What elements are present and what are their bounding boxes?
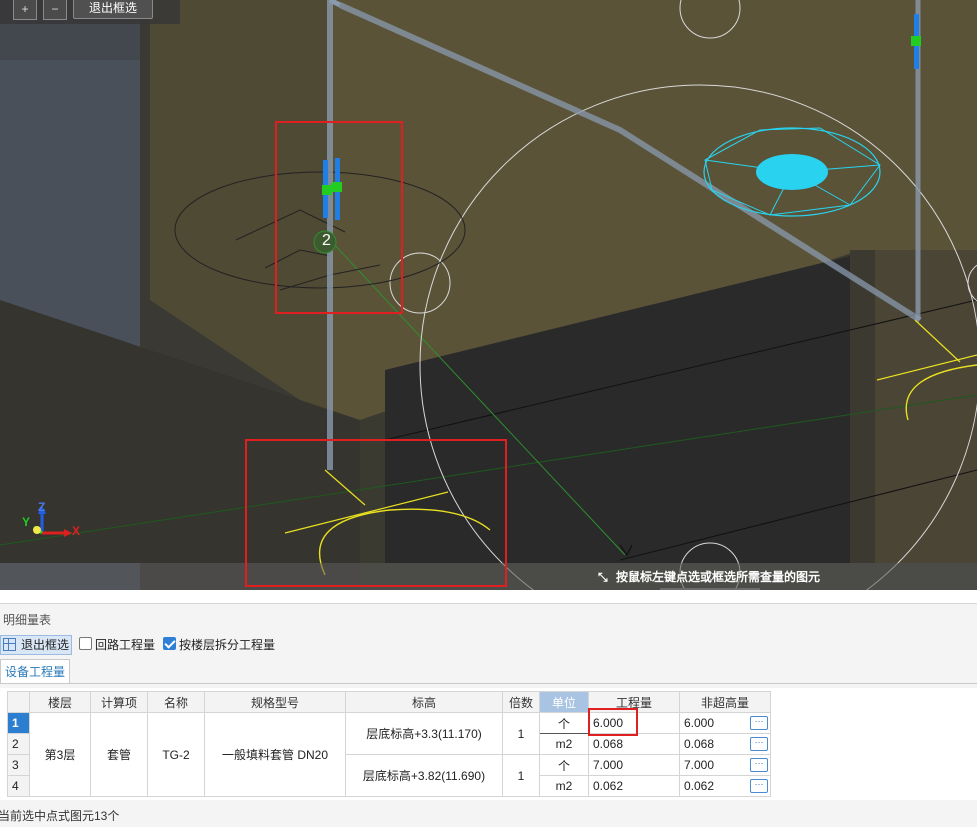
exit-select-button-panel[interactable]: 退出框选 bbox=[0, 635, 72, 655]
y-axis-label: Y bbox=[22, 515, 31, 529]
header-calc-item[interactable]: 计算项 bbox=[90, 691, 148, 713]
split-by-floor-label: 按楼层拆分工程量 bbox=[179, 638, 276, 652]
cell-non-over-height[interactable]: 0.068 ··· bbox=[679, 733, 771, 755]
cell-non-over-height[interactable]: 6.000 ··· bbox=[679, 712, 771, 734]
cell-elevation[interactable]: 层底标高+3.82(11.690) bbox=[345, 754, 503, 797]
collapse-arrows-icon: ⤡ bbox=[598, 570, 608, 584]
cell-unit[interactable]: m2 bbox=[539, 775, 589, 797]
non-over-value: 7.000 bbox=[684, 758, 715, 772]
panel-title: 明细量表 bbox=[3, 613, 52, 627]
header-name[interactable]: 名称 bbox=[147, 691, 205, 713]
panel-toolbar: 退出框选 回路工程量 按楼层拆分工程量 bbox=[0, 633, 977, 655]
cell-non-over-height[interactable]: 7.000 ··· bbox=[679, 754, 771, 776]
exit-select-button[interactable]: 退出框选 bbox=[73, 0, 153, 19]
cell-multiplier[interactable]: 1 bbox=[502, 712, 540, 755]
cell-unit[interactable]: m2 bbox=[539, 733, 589, 755]
more-options-button[interactable]: ··· bbox=[750, 716, 768, 730]
status-bar-text: 当前选中点式图元13个 bbox=[0, 809, 120, 823]
select-add-icon[interactable]: + bbox=[13, 0, 37, 20]
cell-name[interactable]: TG-2 bbox=[147, 712, 205, 797]
select-remove-icon[interactable]: − bbox=[43, 0, 67, 20]
header-elevation[interactable]: 标高 bbox=[345, 691, 503, 713]
hint-text: 按鼠标左键点选或框选所需查量的图元 bbox=[616, 570, 821, 584]
loop-quantity-label: 回路工程量 bbox=[95, 638, 156, 652]
row-number[interactable]: 2 bbox=[7, 733, 30, 755]
z-axis-label: Z bbox=[38, 500, 46, 514]
green-marker bbox=[911, 36, 921, 46]
table-row[interactable]: 1 第3层 套管 TG-2 一般填料套管 DN20 层底标高+3.3(11.17… bbox=[7, 712, 771, 797]
row-number[interactable]: 4 bbox=[7, 775, 30, 797]
3d-scene bbox=[0, 0, 977, 590]
cell-spec[interactable]: 一般填料套管 DN20 bbox=[204, 712, 346, 797]
cell-quantity[interactable]: 6.000 bbox=[588, 712, 680, 734]
viewport-toolbar: + − 退出框选 bbox=[0, 0, 180, 24]
header-quantity[interactable]: 工程量 bbox=[588, 691, 680, 713]
cell-quantity[interactable]: 7.000 bbox=[588, 754, 680, 776]
grid-select-icon bbox=[3, 638, 16, 651]
cell-quantity[interactable]: 0.068 bbox=[588, 733, 680, 755]
row-number[interactable]: 3 bbox=[7, 754, 30, 776]
header-non-over-height[interactable]: 非超高量 bbox=[679, 691, 771, 713]
header-spec[interactable]: 规格型号 bbox=[204, 691, 346, 713]
3d-viewport[interactable]: + − 退出框选 2 Z Y X ⤡ 按鼠标左键点选或框选所需查量的图元 bbox=[0, 0, 977, 590]
hint-text-wrap: ⤡ 按鼠标左键点选或框选所需查量的图元 bbox=[598, 568, 820, 585]
cell-non-over-height[interactable]: 0.062 ··· bbox=[679, 775, 771, 797]
header-multiplier[interactable]: 倍数 bbox=[502, 691, 540, 713]
cell-quantity[interactable]: 0.062 bbox=[588, 775, 680, 797]
header-corner bbox=[7, 691, 30, 713]
cyan-disc bbox=[756, 154, 828, 190]
more-options-button[interactable]: ··· bbox=[750, 758, 768, 772]
header-unit[interactable]: 单位 bbox=[539, 691, 589, 713]
cell-elevation[interactable]: 层底标高+3.3(11.170) bbox=[345, 712, 503, 755]
table-header-row: 楼层 计算项 名称 规格型号 标高 倍数 单位 工程量 非超高量 bbox=[7, 691, 771, 713]
quantity-table: 楼层 计算项 名称 规格型号 标高 倍数 单位 工程量 非超高量 1 第3层 套… bbox=[7, 691, 771, 797]
more-options-button[interactable]: ··· bbox=[750, 779, 768, 793]
x-axis-label: X bbox=[72, 524, 81, 538]
row-number[interactable]: 1 bbox=[7, 712, 30, 734]
split-by-floor-checkbox[interactable] bbox=[163, 637, 176, 650]
cell-unit[interactable]: 个 bbox=[539, 754, 589, 776]
non-over-value: 6.000 bbox=[684, 716, 715, 730]
tab-equipment-quantity[interactable]: 设备工程量 bbox=[0, 659, 70, 684]
non-over-value: 0.068 bbox=[684, 737, 715, 751]
non-over-value: 0.062 bbox=[684, 779, 715, 793]
header-floor[interactable]: 楼层 bbox=[29, 691, 91, 713]
cell-calc-item[interactable]: 套管 bbox=[90, 712, 148, 797]
splitter-handle[interactable] bbox=[660, 588, 760, 590]
loop-quantity-checkbox[interactable] bbox=[79, 637, 92, 650]
more-options-button[interactable]: ··· bbox=[750, 737, 768, 751]
cell-floor[interactable]: 第3层 bbox=[29, 712, 91, 797]
detail-quantity-panel: 明细量表 退出框选 回路工程量 按楼层拆分工程量 设备工程量 楼层 计算项 名称… bbox=[0, 603, 977, 827]
cell-multiplier[interactable]: 1 bbox=[502, 754, 540, 797]
tab-divider bbox=[0, 683, 977, 684]
hint-bar bbox=[0, 563, 977, 590]
pipe-number-label: 2 bbox=[322, 232, 331, 249]
cell-unit[interactable]: 个 bbox=[539, 712, 589, 734]
exit-select-label: 退出框选 bbox=[21, 638, 70, 652]
